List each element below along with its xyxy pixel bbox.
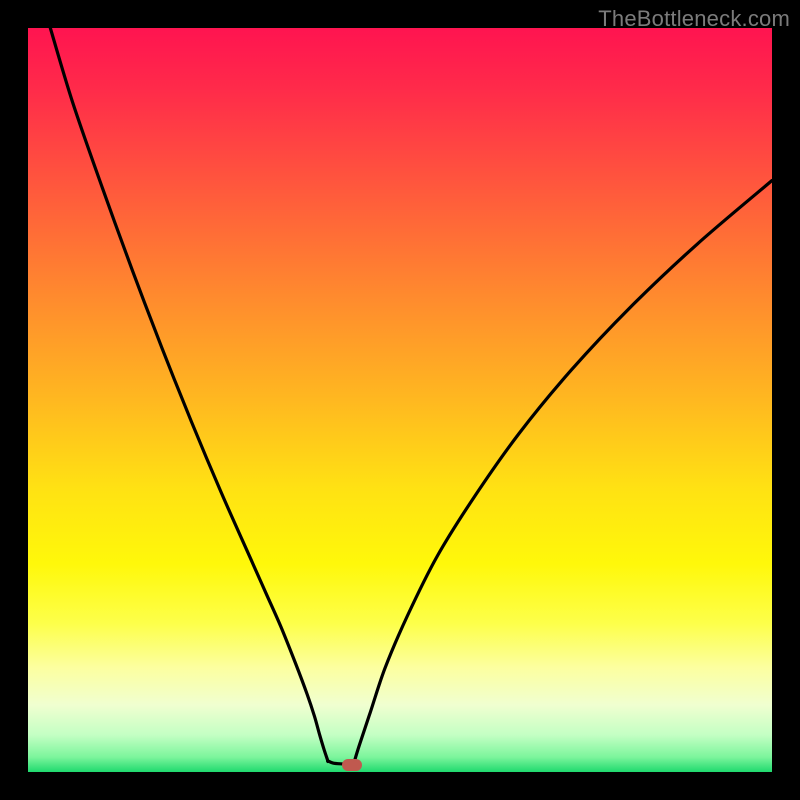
chart-frame: TheBottleneck.com [0,0,800,800]
plot-area [28,28,772,772]
optimum-marker [342,759,362,771]
bottleneck-curve [28,28,772,772]
